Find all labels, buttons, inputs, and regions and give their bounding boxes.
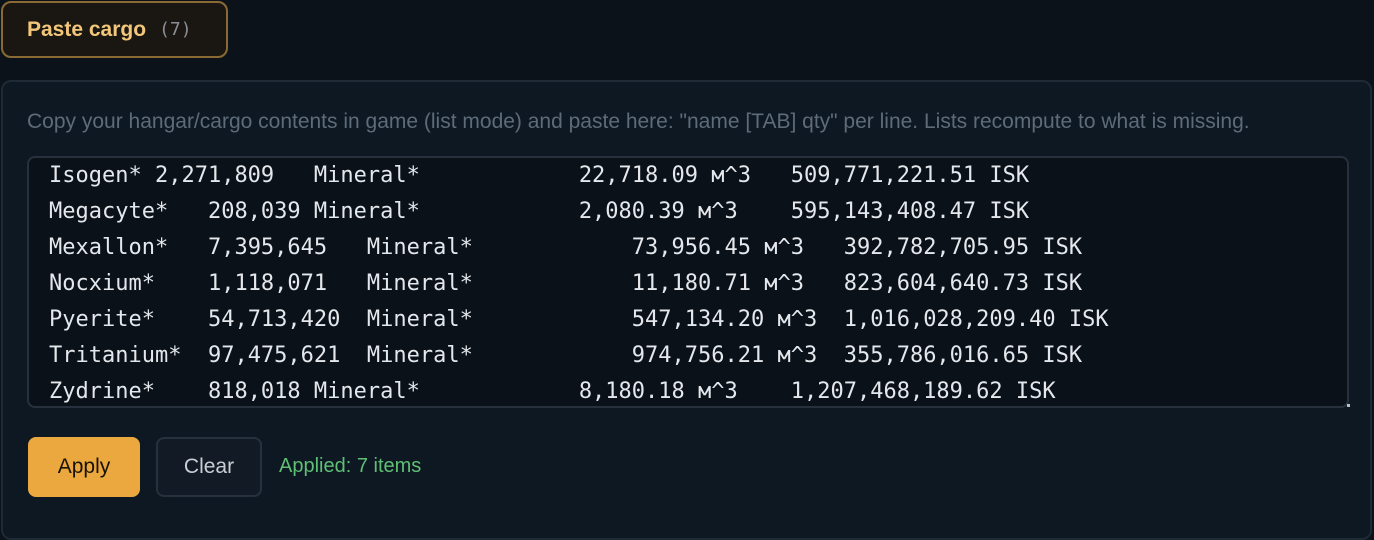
paste-cargo-panel: Copy your hangar/cargo contents in game … bbox=[1, 80, 1372, 540]
clear-button[interactable]: Clear bbox=[156, 437, 262, 497]
resize-grip-icon[interactable] bbox=[1347, 404, 1350, 407]
status-message: Applied: 7 items bbox=[279, 455, 422, 477]
tab-paste-cargo[interactable]: Paste cargo (7) bbox=[1, 1, 228, 58]
cargo-paste-textarea[interactable] bbox=[27, 156, 1349, 408]
apply-button[interactable]: Apply bbox=[28, 437, 140, 497]
instructions-text: Copy your hangar/cargo contents in game … bbox=[27, 110, 1250, 133]
tab-count-badge: (7) bbox=[159, 19, 192, 40]
tab-label: Paste cargo bbox=[27, 17, 147, 41]
